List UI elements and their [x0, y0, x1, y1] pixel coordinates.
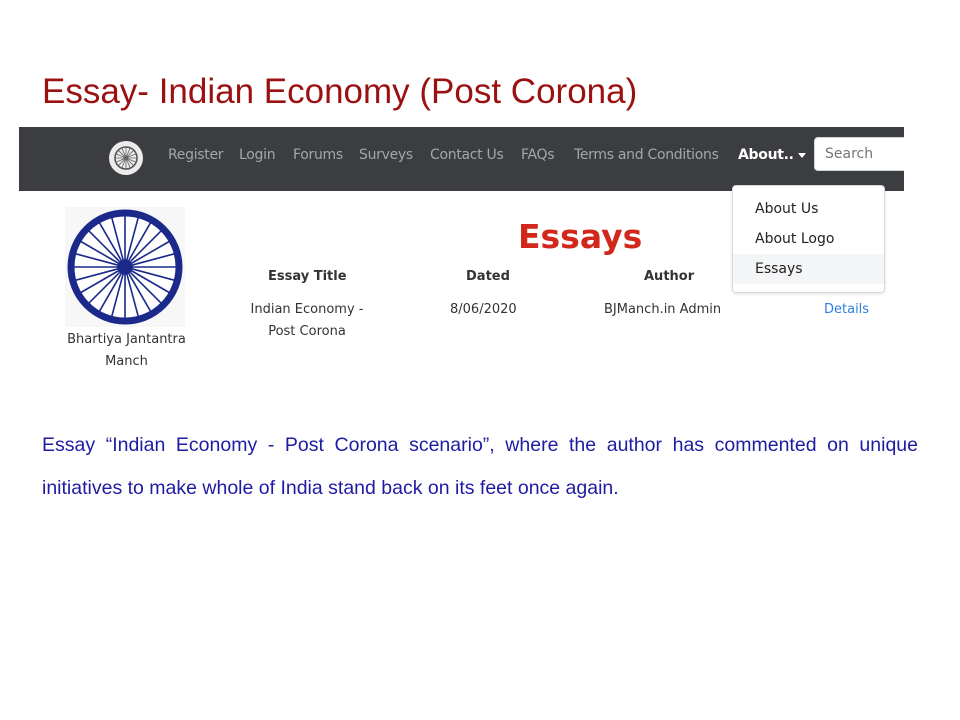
site-name-line2: Manch	[105, 354, 148, 369]
dropdown-item-essays[interactable]: Essays	[733, 254, 884, 284]
cell-essay-title-line2: Post Corona	[268, 324, 346, 339]
column-header-essay-title: Essay Title	[268, 269, 347, 284]
details-link[interactable]: Details	[824, 299, 869, 321]
dropdown-item-about-logo[interactable]: About Logo	[733, 224, 884, 254]
caret-down-icon[interactable]	[798, 153, 806, 158]
nav-register[interactable]: Register	[168, 147, 224, 163]
cell-dated: 8/06/2020	[450, 302, 517, 317]
ashoka-chakra-icon	[65, 207, 185, 327]
nav-login[interactable]: Login	[239, 147, 276, 163]
dropdown-item-about-us[interactable]: About Us	[733, 194, 884, 224]
website-screenshot: Register Login Forums Surveys Contact Us…	[19, 127, 904, 382]
site-name: Bhartiya Jantantra Manch	[59, 329, 194, 373]
nav-contact-us[interactable]: Contact Us	[430, 147, 504, 163]
essay-description: Essay “Indian Economy - Post Corona scen…	[42, 434, 918, 499]
cell-essay-title-line1: Indian Economy -	[250, 302, 364, 317]
nav-terms-and-conditions[interactable]: Terms and Conditions	[574, 147, 719, 163]
column-header-author: Author	[644, 269, 695, 284]
top-navbar: Register Login Forums Surveys Contact Us…	[19, 127, 904, 191]
site-logo-icon[interactable]	[109, 141, 143, 175]
nav-faqs[interactable]: FAQs	[521, 147, 555, 163]
nav-forums[interactable]: Forums	[293, 147, 343, 163]
cell-author: BJManch.in Admin	[604, 302, 722, 317]
ashoka-chakra-icon	[114, 146, 138, 170]
cell-essay-title: Indian Economy - Post Corona	[245, 299, 369, 343]
nav-about-dropdown[interactable]: About..	[738, 147, 794, 163]
search-input[interactable]	[814, 137, 904, 171]
site-name-line1: Bhartiya Jantantra	[67, 332, 186, 347]
essays-heading: Essays	[518, 217, 643, 256]
column-header-dated: Dated	[466, 269, 510, 284]
nav-surveys[interactable]: Surveys	[359, 147, 413, 163]
about-dropdown-menu: About Us About Logo Essays	[732, 185, 885, 293]
slide-title: Essay- Indian Economy (Post Corona)	[42, 72, 638, 111]
